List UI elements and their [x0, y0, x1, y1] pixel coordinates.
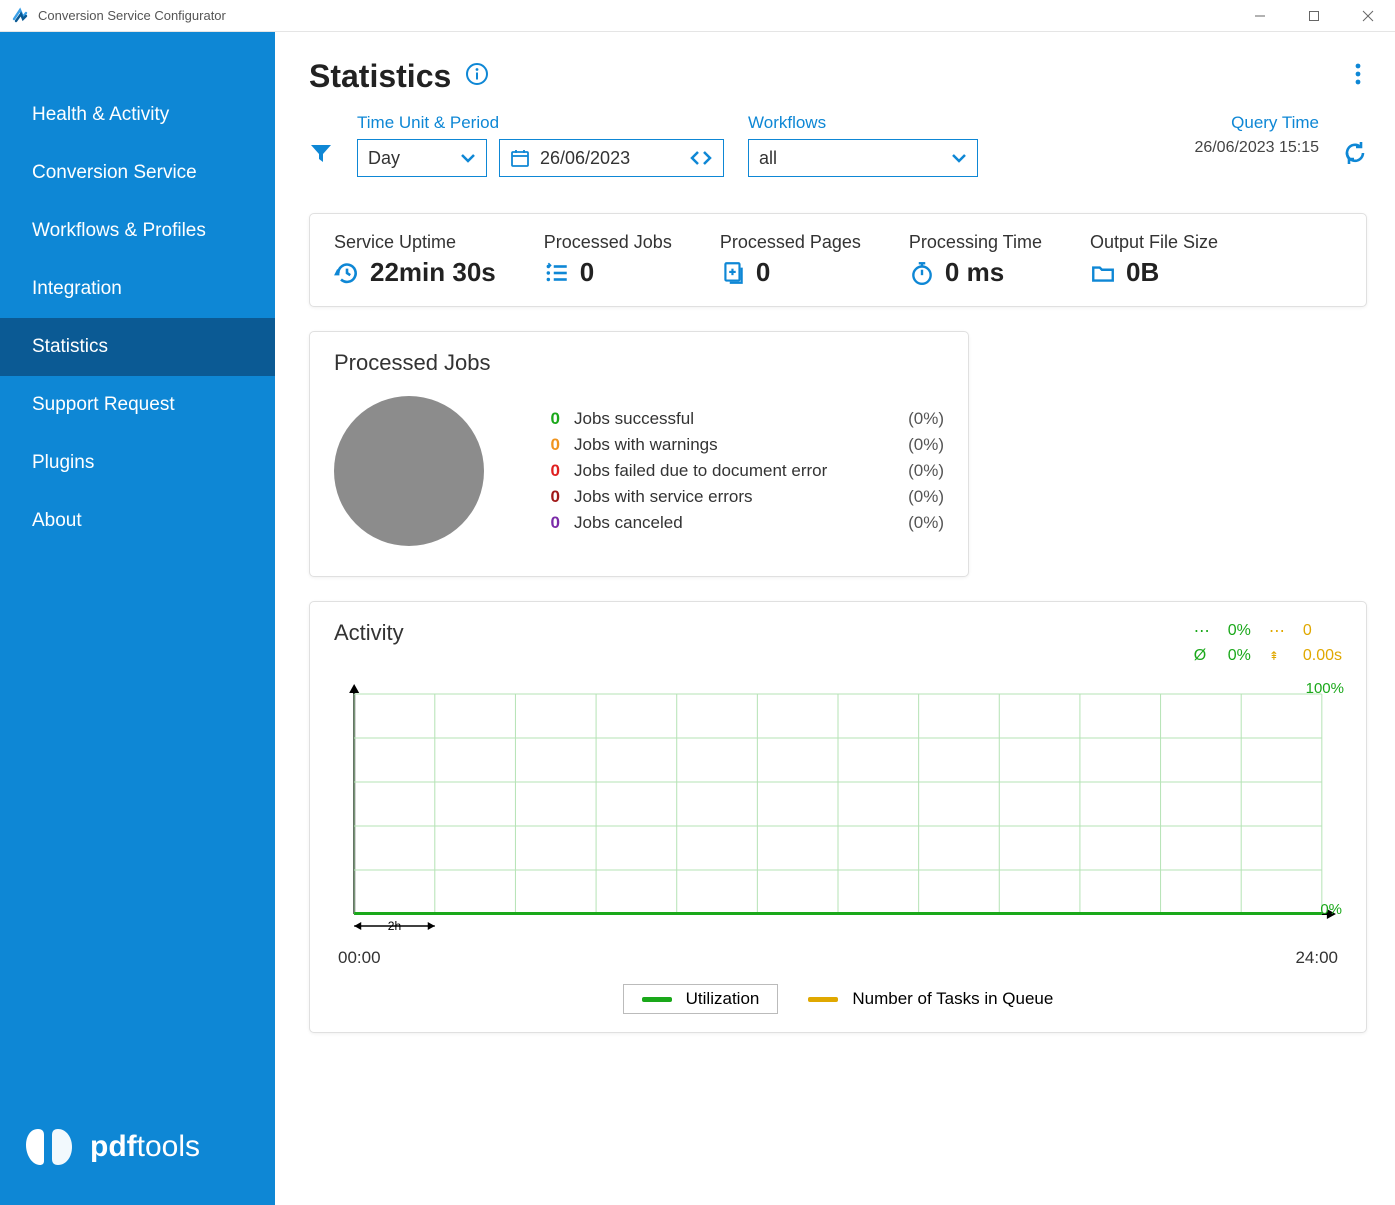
metric-uptime: Service Uptime 22min 30s [334, 232, 496, 288]
refresh-button[interactable] [1343, 141, 1367, 170]
history-icon [334, 260, 360, 286]
sidebar-item-workflows-profiles[interactable]: Workflows & Profiles [0, 202, 275, 260]
util-avg: 0% [1228, 647, 1251, 665]
job-count: 0 [540, 487, 560, 507]
job-count: 0 [540, 435, 560, 455]
metric-pages: Processed Pages 0 [720, 232, 861, 288]
window-minimize-button[interactable] [1233, 0, 1287, 31]
job-label: Jobs failed due to document error [574, 461, 827, 481]
job-row: 0 Jobs successful (0%) [540, 406, 944, 432]
page-title: Statistics [309, 58, 451, 95]
date-value: 26/06/2023 [540, 148, 630, 169]
activity-chart: 100% 2h 0% [334, 684, 1342, 944]
date-prev-icon[interactable] [689, 150, 701, 166]
jobs-pie-chart [334, 396, 484, 546]
processed-jobs-card: Processed Jobs 0 Jobs successful (0%) 0 Jobs… [309, 331, 969, 577]
legend-queue: Number of Tasks in Queue [852, 989, 1053, 1009]
activity-title: Activity [334, 620, 404, 646]
sidebar-item-about[interactable]: About [0, 492, 275, 550]
metrics-card: Service Uptime 22min 30s Processed Jobs … [309, 213, 1367, 307]
legend-util: Utilization [686, 989, 760, 1009]
avg-icon: ⇞ [1269, 649, 1285, 663]
brand-text-light: tools [137, 1130, 200, 1163]
job-count: 0 [540, 461, 560, 481]
job-label: Jobs successful [574, 409, 694, 429]
brand-text-bold: pdf [90, 1130, 137, 1163]
job-row: 0 Jobs failed due to document error (0%) [540, 458, 944, 484]
job-label: Jobs with warnings [574, 435, 718, 455]
time-unit-select[interactable]: Day [357, 139, 487, 177]
main-content: Statistics Time Unit & Period Day [275, 32, 1395, 1205]
job-pct: (0%) [908, 513, 944, 533]
jobs-breakdown-table: 0 Jobs successful (0%) 0 Jobs with warnings (… [540, 406, 944, 536]
max-icon: ⋯ [1194, 621, 1210, 641]
sidebar-item-support-request[interactable]: Support Request [0, 376, 275, 434]
job-count: 0 [540, 513, 560, 533]
window-maximize-button[interactable] [1287, 0, 1341, 31]
job-row: 0 Jobs with warnings (0%) [540, 432, 944, 458]
queue-avg: 0.00s [1303, 647, 1342, 665]
workflows-select[interactable]: all [748, 139, 978, 177]
avg-icon: Ø [1194, 647, 1210, 665]
job-pct: (0%) [908, 461, 944, 481]
y-axis-top: 100% [1306, 680, 1344, 697]
date-picker[interactable]: 26/06/2023 [499, 139, 724, 177]
activity-mini-stats: ⋯ 0% ⋯ 0 Ø 0% ⇞ 0.00s [1194, 620, 1342, 666]
sidebar-item-conversion-service[interactable]: Conversion Service [0, 144, 275, 202]
metric-size: Output File Size 0B [1090, 232, 1218, 288]
date-next-icon[interactable] [701, 150, 713, 166]
x-axis-end: 24:00 [1295, 948, 1338, 968]
brand-icon [24, 1123, 76, 1171]
sidebar-item-health-activity[interactable]: Health & Activity [0, 86, 275, 144]
window-titlebar: Conversion Service Configurator [0, 0, 1395, 32]
metric-jobs: Processed Jobs 0 [544, 232, 672, 288]
filter-icon [309, 141, 333, 170]
activity-card: Activity ⋯ 0% ⋯ 0 Ø 0% ⇞ 0.00s 100% 2h 0… [309, 601, 1367, 1033]
sidebar-item-integration[interactable]: Integration [0, 260, 275, 318]
workflows-value: all [759, 148, 777, 169]
job-pct: (0%) [908, 409, 944, 429]
app-icon [10, 6, 30, 26]
job-pct: (0%) [908, 435, 944, 455]
job-pct: (0%) [908, 487, 944, 507]
info-icon[interactable] [465, 62, 489, 91]
processed-jobs-title: Processed Jobs [334, 350, 944, 376]
job-label: Jobs canceled [574, 513, 683, 533]
workflows-label: Workflows [748, 113, 978, 133]
job-label: Jobs with service errors [574, 487, 753, 507]
window-title: Conversion Service Configurator [38, 8, 1233, 23]
util-max: 0% [1228, 622, 1251, 640]
metric-time: Processing Time 0 ms [909, 232, 1042, 288]
time-unit-value: Day [368, 148, 400, 169]
max-icon: ⋯ [1269, 621, 1285, 641]
x-axis-start: 00:00 [338, 948, 381, 968]
pages-icon [720, 260, 746, 286]
calendar-icon [510, 148, 530, 168]
job-row: 0 Jobs canceled (0%) [540, 510, 944, 536]
queue-max: 0 [1303, 622, 1342, 640]
window-close-button[interactable] [1341, 0, 1395, 31]
brand-logo: pdftools [0, 1093, 275, 1205]
sidebar: Health & ActivityConversion ServiceWorkf… [0, 32, 275, 1205]
list-icon [544, 260, 570, 286]
time-unit-label: Time Unit & Period [357, 113, 724, 133]
svg-text:2h: 2h [388, 919, 401, 933]
folder-icon [1090, 260, 1116, 286]
sidebar-item-plugins[interactable]: Plugins [0, 434, 275, 492]
query-time-label: Query Time [1194, 113, 1319, 133]
chevron-down-icon [951, 150, 967, 166]
sidebar-item-statistics[interactable]: Statistics [0, 318, 275, 376]
job-row: 0 Jobs with service errors (0%) [540, 484, 944, 510]
stopwatch-icon [909, 260, 935, 286]
chevron-down-icon [460, 150, 476, 166]
job-count: 0 [540, 409, 560, 429]
more-menu-icon[interactable] [1349, 63, 1367, 91]
query-time-value: 26/06/2023 15:15 [1194, 139, 1319, 157]
y-axis-bottom: 0% [1320, 901, 1342, 918]
activity-legend: Utilization Number of Tasks in Queue [334, 984, 1342, 1014]
